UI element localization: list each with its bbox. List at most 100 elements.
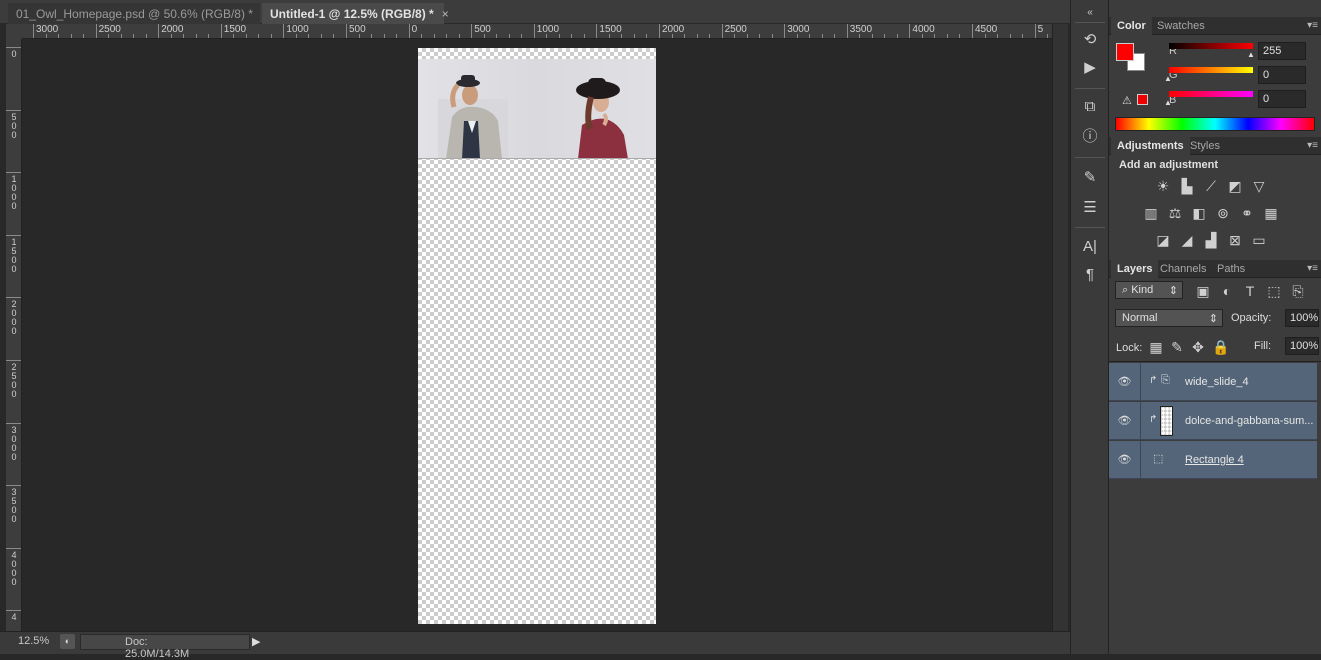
b-slider[interactable] (1169, 91, 1253, 97)
ruler-minor-tick (583, 34, 585, 38)
g-value-field[interactable]: 0 (1258, 66, 1306, 84)
opacity-field[interactable]: 100% (1285, 309, 1319, 327)
color-lookup-icon[interactable]: ▦ (1263, 205, 1279, 221)
ruler-minor-tick (934, 34, 936, 38)
collapse-icon[interactable]: « (1079, 3, 1101, 23)
lock-all-icon[interactable]: 🔒 (1212, 339, 1229, 355)
layer-row-dolce-gabbana[interactable]: 👁 ↱ dolce-and-gabbana-sum... (1109, 402, 1317, 440)
ruler-label: 3000 (36, 24, 59, 35)
tab-close-icon[interactable]: × (442, 7, 449, 21)
levels-icon[interactable]: ▙ (1179, 178, 1195, 194)
document-canvas[interactable] (418, 48, 656, 624)
vibrance-icon[interactable]: ▽ (1251, 178, 1267, 194)
g-slider-thumb-icon[interactable]: ▲ (1164, 74, 1172, 83)
visibility-eye-icon[interactable]: 👁 (1109, 402, 1141, 440)
filter-smart-object-icon[interactable]: ⎘ (1290, 283, 1306, 299)
selective-color-icon[interactable]: ⊠ (1227, 232, 1243, 248)
info-icon[interactable]: ⓘ (1079, 127, 1101, 147)
filter-type-icon[interactable]: T (1242, 283, 1258, 299)
tab-adjustments[interactable]: Adjustments (1111, 137, 1190, 155)
lock-transparent-icon[interactable]: ▦ (1148, 339, 1164, 355)
gradient-map-icon[interactable]: ▭ (1251, 232, 1267, 248)
black-white-icon[interactable]: ◧ (1191, 205, 1207, 221)
tab-color[interactable]: Color (1111, 17, 1152, 35)
fill-field[interactable]: 100% (1285, 337, 1319, 355)
brush-presets-icon[interactable]: ✎ (1079, 168, 1101, 188)
tab-paths[interactable]: Paths (1211, 260, 1251, 278)
ruler-corner[interactable] (6, 24, 22, 39)
layer-name[interactable]: wide_slide_4 (1185, 376, 1249, 388)
exposure-icon[interactable]: ◩ (1227, 178, 1243, 194)
color-balance-icon[interactable]: ⚖ (1167, 205, 1183, 221)
status-info-icon[interactable]: ◐ (60, 634, 75, 649)
r-value-field[interactable]: 255 (1258, 42, 1306, 60)
tab-untitled-1[interactable]: Untitled-1 @ 12.5% (RGB/8) * × (262, 3, 449, 24)
search-icon: ⌕ (1122, 284, 1132, 296)
panel-menu-icon[interactable]: ▾≡ (1307, 20, 1318, 31)
filter-adjustment-icon[interactable]: ◐ (1219, 283, 1235, 299)
panel-menu-icon[interactable]: ▾≡ (1307, 140, 1318, 151)
layer-row-rectangle-4[interactable]: 👁 ⬚ Rectangle 4 (1109, 441, 1317, 479)
vertical-scrollbar[interactable] (1052, 24, 1068, 631)
b-value-field[interactable]: 0 (1258, 90, 1306, 108)
gamut-warning-icon[interactable]: ⚠ (1122, 94, 1132, 107)
paragraph-icon[interactable]: ¶ (1079, 265, 1101, 285)
brightness-contrast-icon[interactable]: ☀ (1155, 178, 1171, 194)
ruler-label: 500 (11, 111, 17, 140)
color-spectrum-ramp[interactable] (1115, 117, 1315, 131)
ruler-minor-tick (70, 34, 72, 38)
ruler-minor-tick (446, 34, 448, 38)
ruler-minor-tick (108, 34, 110, 38)
ruler-minor-tick (671, 34, 673, 38)
character-icon[interactable]: A| (1079, 237, 1101, 257)
doc-size[interactable]: Doc: 25.0M/14.3M (80, 634, 250, 660)
lock-image-icon[interactable]: ✎ (1169, 339, 1185, 355)
channel-mixer-icon[interactable]: ⚭ (1239, 205, 1255, 221)
foreground-color-swatch[interactable] (1116, 43, 1134, 61)
tool-presets-icon[interactable]: ☰ (1079, 198, 1101, 218)
layer-name[interactable]: dolce-and-gabbana-sum... (1185, 415, 1313, 427)
r-slider[interactable] (1169, 43, 1253, 49)
visibility-eye-icon[interactable]: 👁 (1109, 441, 1141, 479)
3d-icon[interactable]: ⧉ (1079, 97, 1101, 117)
hue-saturation-icon[interactable]: ▥ (1143, 205, 1159, 221)
filter-pixel-icon[interactable]: ▣ (1195, 283, 1211, 299)
blend-mode-label: Normal (1122, 312, 1158, 324)
layer-row-wide-slide-4[interactable]: 👁 ↱ ⎘ wide_slide_4 (1109, 363, 1317, 401)
history-icon[interactable]: ⟲ (1079, 30, 1101, 50)
filter-shape-icon[interactable]: ⬚ (1266, 283, 1282, 299)
gamut-color-swatch[interactable] (1137, 94, 1148, 105)
zoom-level[interactable]: 12.5% (18, 635, 49, 647)
ruler-minor-tick (371, 34, 372, 38)
photo-filter-icon[interactable]: ⊚ (1215, 205, 1231, 221)
status-menu-arrow-icon[interactable]: ▶ (252, 635, 260, 648)
blend-mode-dropdown[interactable]: Normal ⇕ (1115, 309, 1223, 327)
ruler-tick (6, 422, 21, 424)
layer-name[interactable]: Rectangle 4 (1185, 454, 1244, 466)
tab-channels[interactable]: Channels (1154, 260, 1212, 278)
horizontal-ruler[interactable]: 3000 2500 2000 1500 1000 500 0 500 1000 1500 2000 2… (22, 24, 1052, 39)
ruler-minor-tick (320, 34, 322, 38)
g-slider[interactable] (1169, 67, 1253, 73)
tab-layers[interactable]: Layers (1111, 260, 1159, 278)
lock-position-icon[interactable]: ✥ (1190, 339, 1206, 355)
visibility-eye-icon[interactable]: 👁 (1109, 363, 1141, 401)
vertical-ruler[interactable]: 0 500 1000 1500 2000 2500 3000 3500 4000 4 (6, 39, 22, 631)
r-slider-thumb-icon[interactable]: ▲ (1247, 50, 1255, 59)
threshold-icon[interactable]: ▟ (1203, 232, 1219, 248)
curves-icon[interactable]: ⟋ (1203, 178, 1219, 194)
panel-menu-icon[interactable]: ▾≡ (1307, 263, 1318, 274)
posterize-icon[interactable]: ◢ (1179, 232, 1195, 248)
b-slider-thumb-icon[interactable]: ▲ (1164, 98, 1172, 107)
ruler-minor-tick (1022, 34, 1023, 38)
ruler-tick (972, 24, 973, 38)
ruler-minor-tick (45, 34, 47, 38)
actions-play-icon[interactable]: ▶ (1079, 58, 1101, 78)
invert-icon[interactable]: ◪ (1155, 232, 1171, 248)
tab-swatches[interactable]: Swatches (1151, 17, 1211, 35)
tab-styles[interactable]: Styles (1184, 137, 1226, 155)
tab-owl-homepage[interactable]: 01_Owl_Homepage.psd @ 50.6% (RGB/8) *× (8, 3, 268, 24)
ruler-minor-tick (759, 34, 761, 38)
layer-filter-dropdown[interactable]: ⌕ Kind ⇕ (1115, 281, 1183, 299)
ruler-minor-tick (458, 34, 460, 38)
